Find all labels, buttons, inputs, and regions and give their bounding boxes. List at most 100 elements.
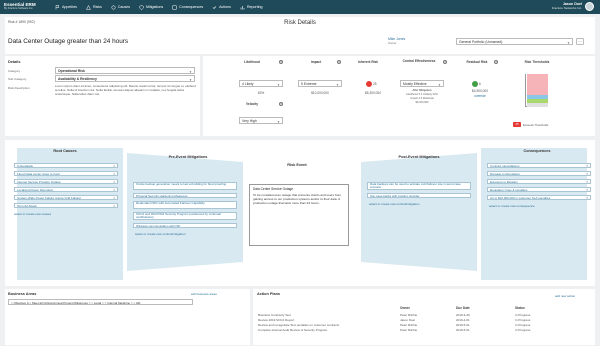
add-post-mitigation-link[interactable]: select or create new control/mitigation (369, 202, 419, 206)
inherent-amount: $6,300,000 (365, 91, 381, 95)
details-panel: Details Category Operational Risk ▼ Sub … (5, 56, 200, 136)
inherent-heading: Inherent Risk (357, 60, 379, 64)
nav-actions[interactable]: Actions (212, 5, 231, 10)
velocity-heading: Velocity (245, 102, 259, 106)
nav-causes[interactable]: Causes (111, 5, 130, 10)
velocity-select[interactable]: Very High ▼ (239, 117, 283, 124)
consequence-item[interactable]: Exposure to litigation ✕ (487, 179, 591, 185)
pre-mitigation-label: Onsite backup generation meant to last a… (136, 182, 227, 186)
brand-subtitle: By Fracture Software Inc. (4, 7, 34, 10)
nav-risks[interactable]: Risks (86, 4, 102, 10)
risk-event-box[interactable]: Data Centre Service Outage To be conside… (249, 184, 349, 246)
root-cause-item[interactable]: Flood (data center close to river) ✕ (14, 171, 118, 177)
override-link[interactable]: override (461, 94, 499, 98)
root-cause-item[interactable]: Localized Power Disruption ✕ (14, 187, 118, 193)
business-areas-heading: Business Areas (8, 292, 37, 296)
shield-icon (139, 4, 144, 10)
root-cause-item[interactable]: System-Wide Power Failure (Large Grid Fa… (14, 195, 118, 201)
control-select[interactable]: Mostly Effective ▼ (400, 80, 444, 87)
consequence-item[interactable]: Regulatory fines & penalties ✕ (487, 187, 591, 193)
action-name-link[interactable]: Complete Internal Audit Review of Securi… (258, 328, 327, 332)
remove-icon[interactable]: ✕ (586, 172, 589, 175)
risk-event-title: Data Centre Service Outage (253, 187, 294, 191)
avatar[interactable] (585, 2, 594, 11)
add-action-link[interactable]: add new action (555, 294, 575, 298)
pre-mitigation-item[interactable]: Onsite backup generation meant to last a… (133, 182, 237, 190)
remove-icon[interactable]: ✕ (586, 196, 589, 199)
consequence-item[interactable]: Contract cancellations ✕ (487, 163, 591, 169)
remove-icon[interactable]: ✕ (113, 204, 116, 207)
nav-appetites[interactable]: Appetites (55, 4, 77, 10)
remove-icon[interactable]: ✕ (113, 164, 116, 167)
portfolio-select[interactable]: General Portfolio (Unnamed) ▼ (456, 38, 573, 45)
root-cause-label: Localized Power Disruption (17, 188, 54, 192)
impact-select[interactable]: 5 Extreme ▼ (298, 80, 342, 87)
post-mitigation-item[interactable]: Data backups can be used to activate col… (367, 182, 471, 190)
add-consequence-link[interactable]: select or create new consequence (489, 204, 535, 208)
remove-icon[interactable]: ✕ (113, 196, 116, 199)
pre-mitigation-item[interactable]: SOC2 and ISO27001 Security Program (evid… (133, 212, 237, 220)
pre-mitigation-item[interactable]: Redundant ISPs with Automated Failover C… (133, 201, 237, 209)
risk-description[interactable]: Lorem ipsum dolor sit amet, consectetur … (55, 84, 197, 97)
business-area-path[interactable]: > Objective A > Meet all Critical Annual… (8, 299, 193, 305)
inherent-score: 25 (373, 82, 377, 86)
pre-mitigation-item[interactable]: Wireless communication with ISP (133, 223, 237, 229)
likelihood-percent: 63% (257, 91, 265, 95)
pre-mitigation-item[interactable]: Physical Security Hardening Measures (133, 193, 237, 199)
help-icon[interactable]: ? (279, 101, 283, 106)
help-icon[interactable]: ? (279, 59, 283, 64)
more-options-button[interactable]: ... (576, 38, 584, 45)
nav-consequences[interactable]: Consequences (172, 5, 203, 10)
help-icon[interactable]: ? (337, 59, 341, 64)
actions-icon (212, 5, 217, 9)
flag-icon (55, 4, 60, 9)
action-status: In Progress (515, 328, 531, 332)
chevron-down-icon: ▼ (438, 82, 441, 87)
remove-icon[interactable]: ✕ (586, 164, 589, 167)
app-logo[interactable]: Essential ERM By Fracture Software Inc. (0, 3, 46, 10)
root-cause-item[interactable]: Internet Service Provider Outage ✕ (14, 179, 118, 185)
nav-label: Actions (219, 5, 231, 9)
category-select[interactable]: Operational Risk ▼ (55, 67, 195, 74)
action-due: 2019-5-01 (456, 323, 470, 327)
business-areas-panel: Business Areas edit business areas > Obj… (5, 289, 250, 345)
action-status: In Progress (515, 318, 531, 322)
edit-business-areas-link[interactable]: edit business areas (191, 292, 217, 296)
inherent-status-dot (366, 81, 372, 87)
remove-icon[interactable]: ✕ (113, 188, 116, 191)
remove-icon[interactable]: ✕ (113, 172, 116, 175)
chevron-down-icon: ▼ (189, 77, 192, 82)
help-icon[interactable]: ? (494, 59, 498, 64)
remove-icon[interactable]: ✕ (586, 188, 589, 191)
portfolio-value: General Portfolio (Unnamed) (459, 40, 503, 45)
root-cause-item[interactable]: Terrorist Attack ✕ (14, 203, 118, 209)
risk-event-heading: Risk Event (287, 163, 307, 167)
likelihood-select[interactable]: 4 Likely ▼ (239, 80, 283, 87)
help-icon[interactable]: ? (443, 59, 447, 64)
subcategory-select[interactable]: Availability & Resiliency ▼ (55, 75, 195, 82)
risk-owner[interactable]: Mike Jones Owner (388, 37, 405, 45)
user-menu[interactable]: Jason Doel Fracture Networks Inc. (552, 2, 594, 11)
consequence-label: Contract cancellations (490, 164, 520, 168)
action-owner: Peter Ritchie (400, 328, 418, 332)
remove-icon[interactable]: ✕ (586, 180, 589, 183)
consequence-item[interactable]: Up to $10,000,000 in customer SLA penalt… (487, 195, 591, 201)
chevron-down-icon: ▼ (189, 69, 192, 74)
nav-mitigations[interactable]: Mitigations (139, 4, 164, 10)
remove-icon[interactable]: ✕ (113, 180, 116, 183)
consequence-label: Up to $10,000,000 in customer SLA penalt… (490, 196, 551, 200)
post-mitigation-label: Sun case backs with hosting provider (370, 194, 420, 198)
action-name-link[interactable]: Review 2019 SOC2 Report (258, 318, 294, 322)
likelihood-heading: Likelihood (244, 60, 260, 64)
action-name-link[interactable]: Review and renegotiate SLA penalties on … (258, 323, 339, 327)
risk-title[interactable]: Data Center Outage greater than 24 hours (8, 38, 128, 45)
root-cause-item[interactable]: Cyberattack ✕ (14, 163, 118, 169)
add-cause-link[interactable]: select or create new causes (14, 212, 51, 216)
post-mitigation-item[interactable]: Sun case backs with hosting provider (367, 193, 471, 199)
add-pre-mitigation-link[interactable]: select or create new control/mitigation (135, 232, 185, 236)
consequence-item[interactable]: Damage to Reputation ✕ (487, 171, 591, 177)
nav-label: Mitigations (145, 5, 164, 9)
chart-icon (240, 5, 245, 9)
action-name-link[interactable]: Business Continuity Test (258, 313, 291, 317)
nav-reporting[interactable]: Reporting (240, 5, 263, 10)
